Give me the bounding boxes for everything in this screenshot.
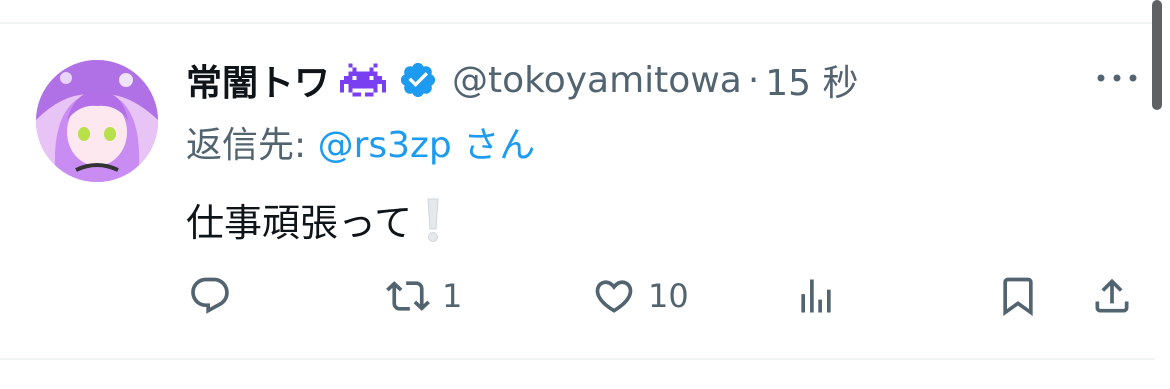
separator-dot: · [747,59,760,101]
scrollbar[interactable] [1152,0,1162,110]
reply-suffix[interactable]: さん [452,125,535,166]
purple-invader-emoji-icon [340,60,387,100]
tweet-text-content: 仕事頑張って [186,201,413,245]
views-icon [801,279,831,313]
verified-badge-icon[interactable] [398,60,438,100]
more-options-icon[interactable] [1095,68,1139,88]
reply-icon [191,277,229,314]
share-icon [1095,278,1129,313]
reply-mention-link[interactable]: @rs3zp さん [318,125,536,166]
bookmark-button[interactable] [996,270,1040,322]
like-count: 10 [648,277,689,315]
reply-button[interactable] [188,270,244,322]
white-exclamation-emoji-icon [422,197,444,243]
reply-to-line: 返信先: @rs3zp さん [186,116,535,168]
retweet-button[interactable]: 1 [386,270,462,322]
tweet-header: 常闇トワ @tokoyamitowa · 15 秒 [186,52,859,108]
tweet-text: 仕事頑張って [186,192,444,247]
bookmark-icon [1003,277,1033,317]
top-divider [0,22,1155,24]
bottom-divider [0,358,1155,360]
action-bar: 1 10 [0,270,1170,322]
heart-icon [595,280,633,313]
reply-prefix: 返信先: [186,125,318,166]
reply-mention[interactable]: @rs3zp [318,125,452,166]
views-button[interactable] [794,270,850,322]
avatar[interactable] [36,60,158,182]
handle[interactable]: @tokoyamitowa [452,60,742,101]
retweet-count: 1 [442,277,463,315]
retweet-icon [386,281,430,311]
share-button[interactable] [1090,270,1134,322]
timestamp[interactable]: 15 秒 [765,54,858,106]
like-button[interactable]: 10 [592,270,689,322]
display-name[interactable]: 常闇トワ [186,54,330,106]
